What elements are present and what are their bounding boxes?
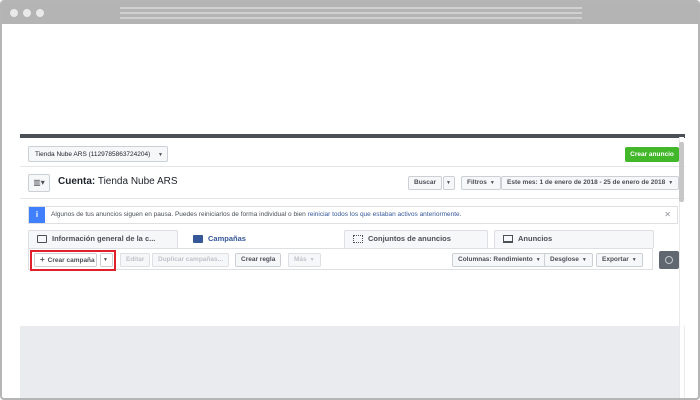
- titlebar-lines: [120, 7, 582, 22]
- campaigns-icon: [193, 235, 203, 244]
- tab-label: Información general de la c...: [52, 234, 156, 243]
- tab-ad-sets[interactable]: Conjuntos de anuncios: [344, 230, 488, 248]
- filters-button[interactable]: Filtros ▼: [461, 176, 501, 190]
- chevron-down-icon: ▼: [158, 152, 163, 158]
- date-range-selector[interactable]: Este mes: 1 de enero de 2018 - 25 de ene…: [501, 176, 680, 190]
- tab-campaigns[interactable]: Campañas: [184, 230, 340, 248]
- breakdown-label: Desglose: [550, 256, 579, 263]
- date-range-label: Este mes: 1 de enero de 2018 - 25 de ene…: [507, 179, 666, 186]
- notice-suffix: .: [459, 211, 462, 218]
- search-dropdown-button[interactable]: ▼: [443, 176, 455, 190]
- close-icon[interactable]: ✕: [664, 207, 671, 223]
- tab-label: Conjuntos de anuncios: [368, 234, 451, 243]
- account-selector[interactable]: Tienda Nube ARS (1129785863724204) ▼: [28, 146, 168, 162]
- notice-text: Algunos de tus anuncios siguen en pausa.…: [51, 211, 306, 218]
- create-rule-button[interactable]: Crear regla: [235, 253, 282, 267]
- grid-icon: ▥▾: [33, 178, 45, 187]
- chevron-down-icon: ▼: [309, 257, 315, 263]
- divider: [20, 166, 685, 167]
- pause-notice: i Algunos de tus anuncios siguen en paus…: [28, 206, 678, 224]
- chevron-down-icon: ▼: [581, 257, 587, 263]
- ads-manager: Tienda Nube ARS (1129785863724204) ▼ Cre…: [20, 134, 685, 398]
- scrollbar-thumb[interactable]: [679, 142, 684, 202]
- chevron-down-icon: ▼: [489, 180, 495, 186]
- more-label: Más: [294, 256, 307, 263]
- more-button[interactable]: Más ▼: [288, 253, 321, 267]
- chevron-down-icon: ▼: [535, 257, 541, 263]
- breakdown-selector[interactable]: Desglose ▼: [544, 253, 593, 267]
- browser-window: Tienda Nube ARS (1129785863724204) ▼ Cre…: [0, 0, 700, 400]
- page-title: Cuenta: Tienda Nube ARS: [58, 176, 178, 187]
- account-overview-icon: [37, 235, 47, 244]
- chevron-down-icon: ▼: [446, 180, 451, 186]
- edit-button[interactable]: Editar: [120, 253, 151, 267]
- tab-label: Campañas: [208, 234, 246, 243]
- filters-label: Filtros: [467, 179, 487, 186]
- create-ad-button[interactable]: Crear anuncio: [625, 147, 679, 162]
- tab-bar: Información general de la c... Campañas …: [28, 230, 678, 248]
- account-prefix: Cuenta:: [58, 176, 96, 187]
- divider: [20, 198, 685, 199]
- view-toggle-button[interactable]: ▥▾: [28, 174, 50, 192]
- header-panel: Tienda Nube ARS (1129785863724204) ▼ Cre…: [20, 138, 685, 326]
- chevron-down-icon: ▼: [668, 180, 674, 186]
- restart-ads-link[interactable]: reiniciar todos los que estaban activos …: [308, 211, 460, 218]
- export-button[interactable]: Exportar ▼: [596, 253, 643, 267]
- tab-label: Anuncios: [518, 234, 553, 243]
- browser-titlebar: [2, 2, 698, 24]
- account-selector-label: Tienda Nube ARS (1129785863724204): [35, 151, 151, 158]
- info-icon: i: [29, 207, 45, 223]
- ads-icon: [503, 235, 513, 244]
- window-minimize-dot[interactable]: [23, 9, 31, 17]
- account-name: Tienda Nube ARS: [97, 176, 178, 187]
- side-panel-toggle[interactable]: [659, 251, 679, 269]
- search-button[interactable]: Buscar: [408, 176, 443, 190]
- export-label: Exportar: [602, 256, 629, 263]
- duplicate-campaigns-button[interactable]: Duplicar campañas...: [152, 253, 230, 267]
- tab-account-overview[interactable]: Información general de la c...: [28, 230, 178, 248]
- columns-label: Columnas: Rendimiento: [458, 256, 533, 263]
- notice-message: Algunos de tus anuncios siguen en pausa.…: [51, 207, 462, 223]
- tab-ads[interactable]: Anuncios: [494, 230, 654, 248]
- columns-selector[interactable]: Columnas: Rendimiento ▼: [452, 253, 547, 267]
- highlight-box: [30, 250, 116, 271]
- ad-sets-icon: [353, 235, 363, 244]
- window-close-dot[interactable]: [10, 9, 18, 17]
- chevron-down-icon: ▼: [631, 257, 637, 263]
- window-maximize-dot[interactable]: [36, 9, 44, 17]
- circle-icon: [665, 256, 673, 264]
